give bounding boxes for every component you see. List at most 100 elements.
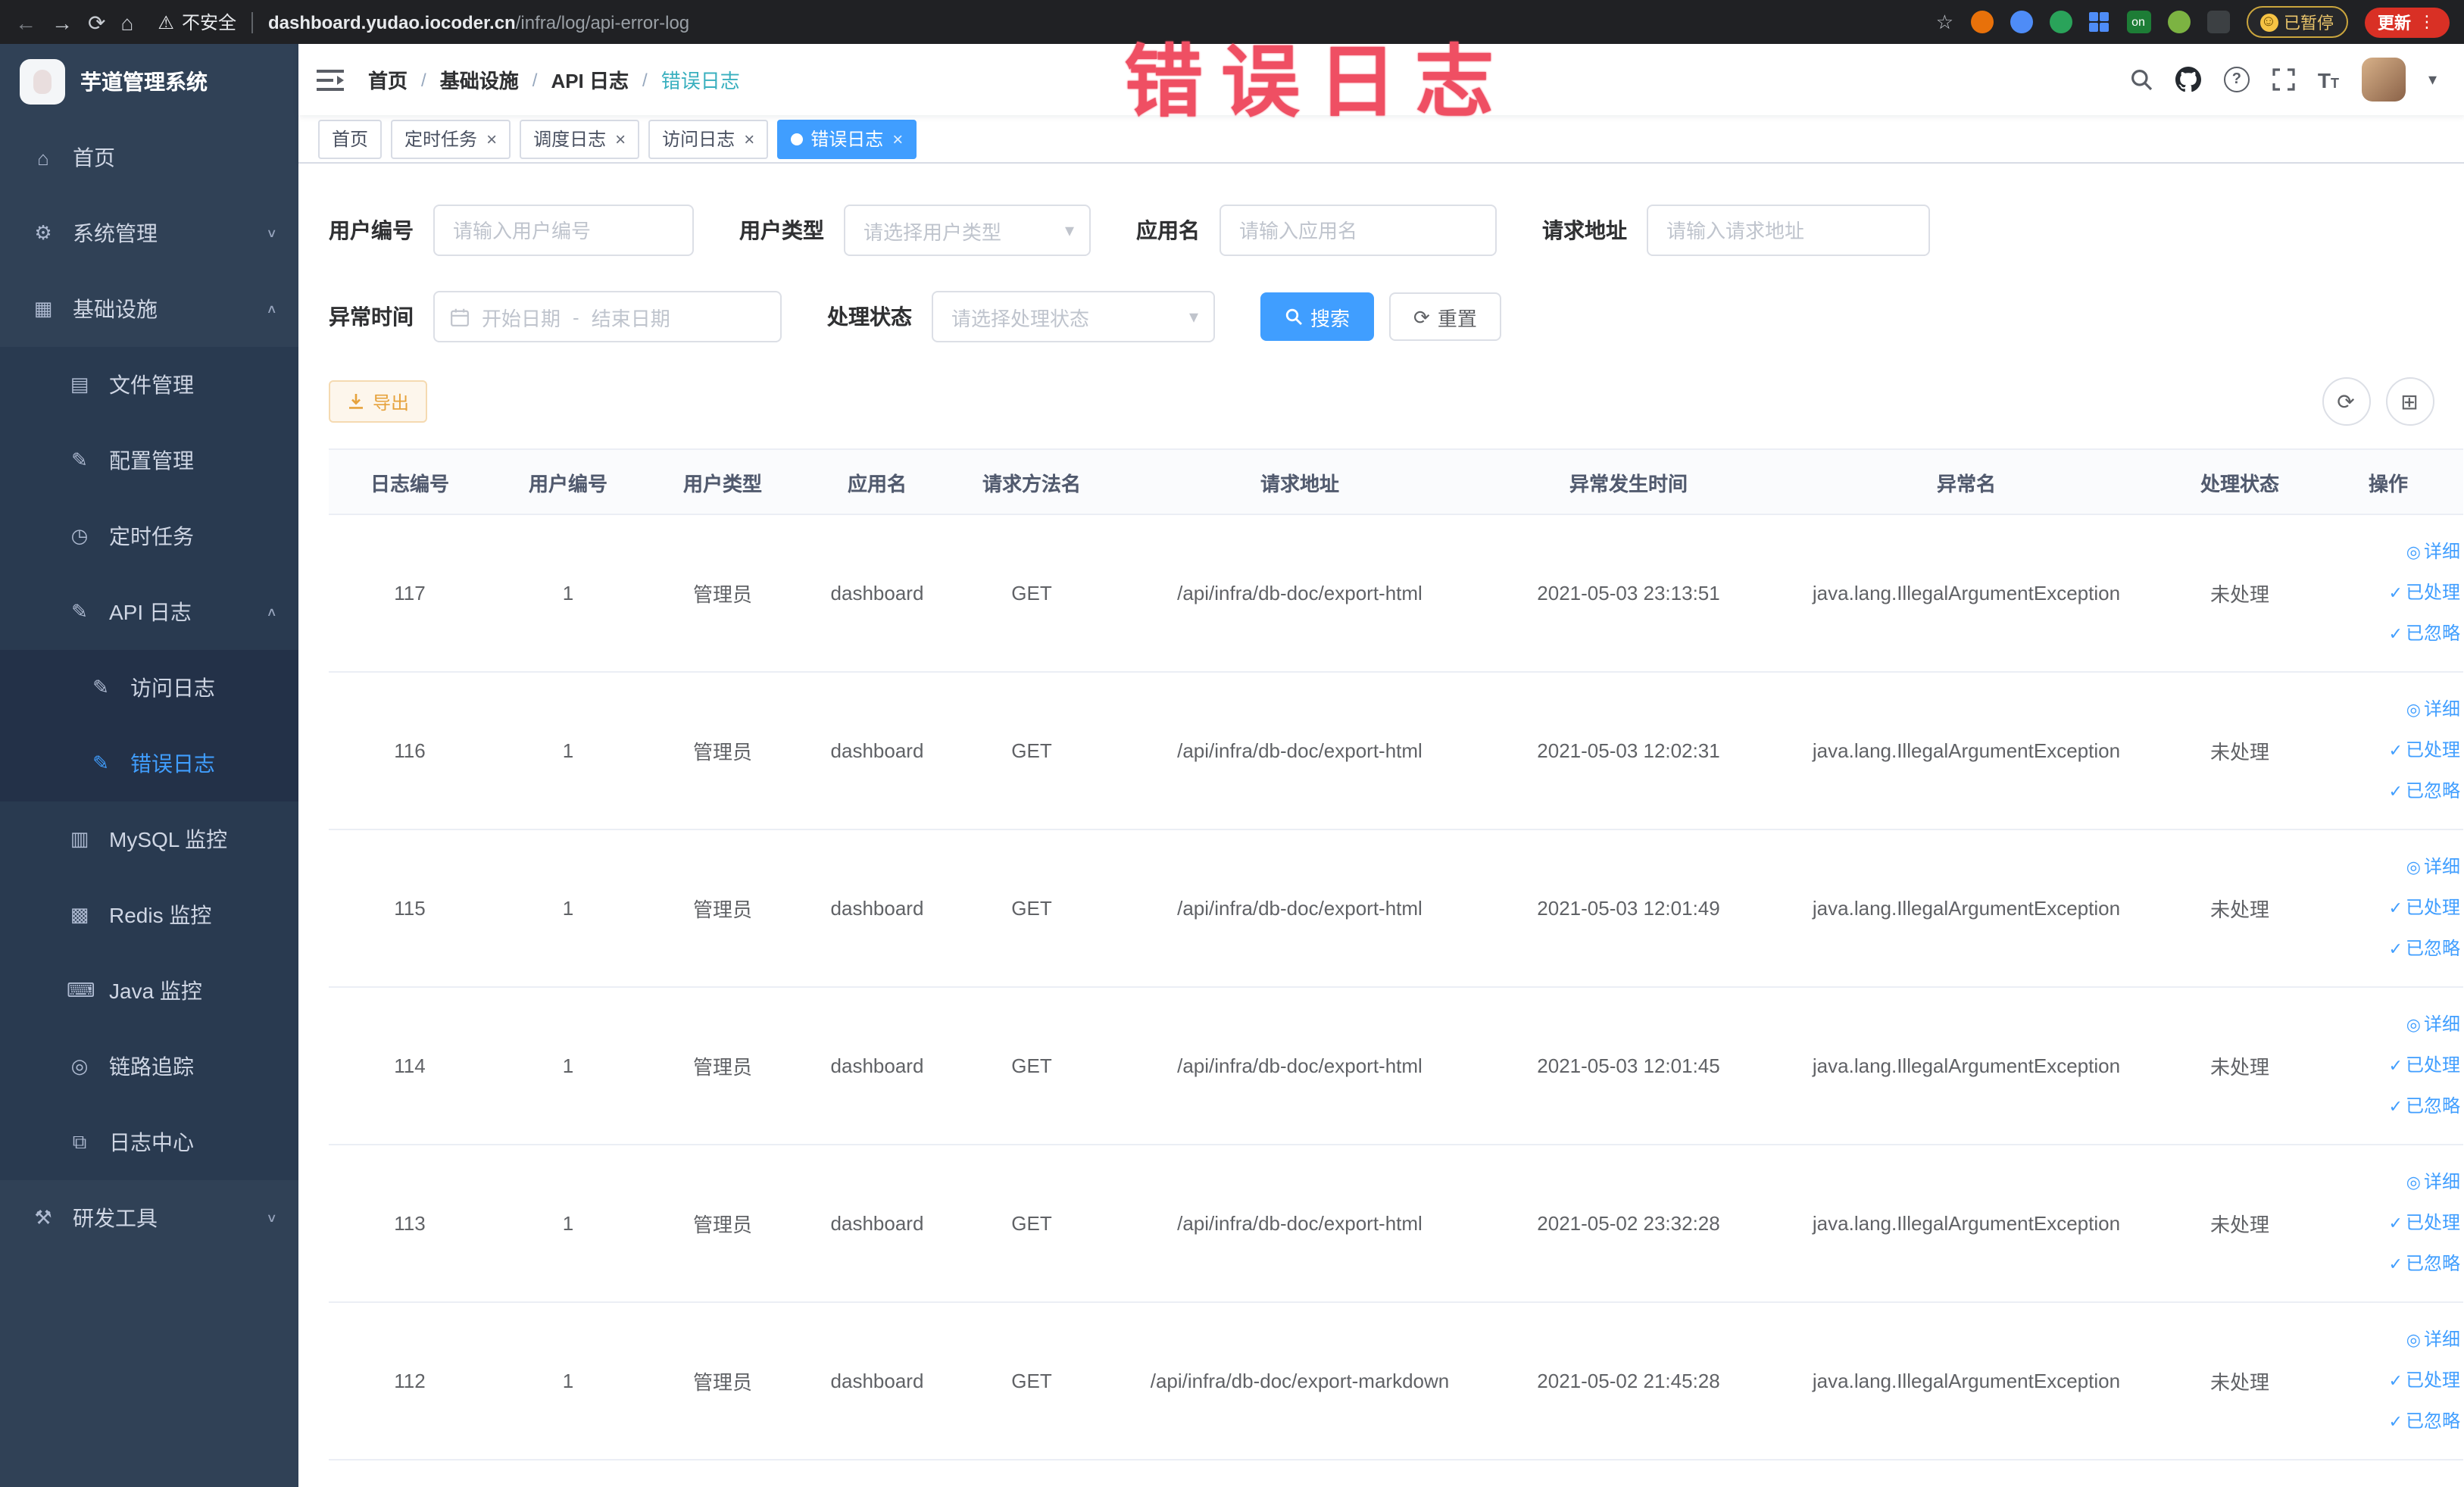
tab-label: 错误日志 xyxy=(810,129,884,150)
sidebar-item-label: 错误日志 xyxy=(130,751,215,776)
processed-link[interactable]: ✓ 已处理 xyxy=(2315,573,2460,614)
detail-link[interactable]: ◎ 详细 xyxy=(2315,1004,2460,1045)
refresh-table-button[interactable]: ⟳ xyxy=(2322,377,2370,426)
update-button[interactable]: 更新 ⋮ xyxy=(2364,7,2449,37)
sidebar-item-label: 配置管理 xyxy=(109,448,194,473)
detail-link[interactable]: ◎ 详细 xyxy=(2315,689,2460,730)
close-icon[interactable]: × xyxy=(744,130,754,148)
user-avatar[interactable] xyxy=(2361,58,2406,102)
detail-link[interactable]: ◎ 详细 xyxy=(2315,1162,2460,1203)
cell-exception: java.lang.IllegalArgumentException xyxy=(1766,672,2166,830)
back-icon[interactable]: ← xyxy=(15,11,36,33)
cell-method: GET xyxy=(954,1302,1109,1460)
sidebar-item-home[interactable]: ⌂ 首页 xyxy=(0,120,298,195)
browser-menu-icon[interactable]: ⋮ xyxy=(2419,12,2435,32)
ignored-link[interactable]: ✓ 已忽略 xyxy=(2315,1244,2460,1285)
detail-link[interactable]: ◎ 详细 xyxy=(2315,847,2460,888)
detail-link[interactable]: ◎ 详细 xyxy=(2315,532,2460,573)
processed-link[interactable]: ✓ 已处理 xyxy=(2315,1203,2460,1244)
paused-extension-button[interactable]: ☺ 已暂停 xyxy=(2246,6,2347,38)
ignored-link[interactable]: ✓ 已忽略 xyxy=(2315,614,2460,654)
processed-link[interactable]: ✓ 已处理 xyxy=(2315,1360,2460,1401)
sidebar-item-infra[interactable]: ▦ 基础设施 ∧ xyxy=(0,271,298,347)
font-size-icon[interactable]: TT xyxy=(2318,67,2339,92)
breadcrumb-item[interactable]: API 日志 xyxy=(551,65,629,94)
app-name-input[interactable] xyxy=(1220,205,1497,256)
ignored-link[interactable]: ✓ 已忽略 xyxy=(2315,1401,2460,1442)
request-url-input[interactable] xyxy=(1647,205,1930,256)
cell-id: 114 xyxy=(329,987,491,1145)
sidebar-item-file[interactable]: ▤ 文件管理 xyxy=(0,347,298,423)
sidebar-item-trace[interactable]: ◎ 链路追踪 xyxy=(0,1029,298,1104)
export-button[interactable]: 导出 xyxy=(329,380,428,423)
reload-icon[interactable]: ⟳ xyxy=(88,11,105,33)
breadcrumb-item: 错误日志 xyxy=(661,70,740,92)
extension-icon-orange[interactable] xyxy=(1970,11,1993,33)
sidebar-item-mysql[interactable]: ▥ MySQL 监控 xyxy=(0,801,298,877)
sidebar-item-label: 文件管理 xyxy=(109,373,194,397)
check-icon: ✓ xyxy=(2388,742,2403,761)
sidebar-item-dev-tools[interactable]: ⚒ 研发工具 ∨ xyxy=(0,1180,298,1256)
extension-icon-grid[interactable] xyxy=(2088,11,2110,33)
sidebar-item-label: 日志中心 xyxy=(109,1130,194,1154)
tab-access-log[interactable]: 访问日志 × xyxy=(648,119,769,158)
user-id-input[interactable] xyxy=(433,205,694,256)
extension-icon-leaf[interactable] xyxy=(2167,11,2190,33)
processed-link[interactable]: ✓ 已处理 xyxy=(2315,888,2460,929)
exception-time-range-picker[interactable]: 开始日期 - 结束日期 xyxy=(433,291,782,342)
sidebar-item-java[interactable]: ⌨ Java 监控 xyxy=(0,953,298,1029)
detail-link[interactable]: ◎ 详细 xyxy=(2315,1320,2460,1360)
tab-error-log[interactable]: 错误日志 × xyxy=(777,119,917,158)
check-icon: ✓ xyxy=(2388,626,2403,644)
tab-job-log[interactable]: 调度日志 × xyxy=(520,119,640,158)
collapse-menu-icon[interactable] xyxy=(317,67,344,92)
extension-icon-paw[interactable] xyxy=(2206,11,2229,33)
sidebar-item-api-log[interactable]: ✎ API 日志 ∧ xyxy=(0,574,298,650)
tab-job[interactable]: 定时任务 × xyxy=(391,119,511,158)
user-type-select[interactable]: 请选择用户类型 ▾ xyxy=(844,205,1091,256)
fullscreen-icon[interactable] xyxy=(2272,68,2295,91)
close-icon[interactable]: × xyxy=(615,130,626,148)
check-icon: ✓ xyxy=(2388,1098,2403,1117)
extension-icon-green[interactable] xyxy=(2049,11,2072,33)
forward-icon[interactable]: → xyxy=(52,11,73,33)
sidebar-item-redis[interactable]: ▩ Redis 监控 xyxy=(0,877,298,953)
bookmark-star-icon[interactable]: ☆ xyxy=(1936,10,1953,34)
browser-home-icon[interactable]: ⌂ xyxy=(120,11,133,33)
address-bar[interactable]: dashboard.yudao.iocoder.cn /infra/log/ap… xyxy=(268,11,689,33)
cell-exception: java.lang.IllegalArgumentException xyxy=(1766,1302,2166,1460)
process-status-select[interactable]: 请选择处理状态 ▾ xyxy=(932,291,1215,342)
tab-home[interactable]: 首页 xyxy=(318,119,383,158)
cell-actions: ◎ 详细 ✓ 已处理 ✓ 已忽略 xyxy=(2313,514,2463,673)
extension-icon-blue[interactable] xyxy=(2010,11,2032,33)
reset-button[interactable]: ⟳ 重置 xyxy=(1389,292,1501,341)
ignored-link[interactable]: ✓ 已忽略 xyxy=(2315,771,2460,812)
close-icon[interactable]: × xyxy=(892,130,903,148)
ignored-link[interactable]: ✓ 已忽略 xyxy=(2315,929,2460,970)
sidebar-item-log-center[interactable]: ⧉ 日志中心 xyxy=(0,1104,298,1180)
processed-link[interactable]: ✓ 已处理 xyxy=(2315,730,2460,771)
request-url-label: 请求地址 xyxy=(1542,218,1627,242)
sidebar-item-system[interactable]: ⚙ 系统管理 ∨ xyxy=(0,195,298,271)
cell-id: 112 xyxy=(329,1302,491,1460)
logo[interactable]: 芋道管理系统 xyxy=(0,44,298,120)
processed-link[interactable]: ✓ 已处理 xyxy=(2315,1045,2460,1086)
extension-icon-on-badge[interactable]: on xyxy=(2126,11,2150,33)
ignored-link[interactable]: ✓ 已忽略 xyxy=(2315,1086,2460,1127)
help-icon[interactable]: ? xyxy=(2223,67,2250,92)
search-icon[interactable] xyxy=(2130,68,2153,91)
sidebar-item-job[interactable]: ◷ 定时任务 xyxy=(0,498,298,574)
breadcrumb-item[interactable]: 基础设施 xyxy=(440,65,519,94)
sidebar-item-config[interactable]: ✎ 配置管理 xyxy=(0,423,298,498)
sidebar-item-error-log[interactable]: ✎ 错误日志 xyxy=(0,726,298,801)
chevron-down-icon[interactable]: ▾ xyxy=(2428,70,2437,89)
sidebar-item-access-log[interactable]: ✎ 访问日志 xyxy=(0,650,298,726)
column-settings-button[interactable]: ⊞ xyxy=(2385,377,2434,426)
check-icon: ✓ xyxy=(2388,900,2403,918)
close-icon[interactable]: × xyxy=(486,130,497,148)
column-header: 请求方法名 xyxy=(954,448,1109,515)
breadcrumb-item[interactable]: 首页 xyxy=(368,65,408,94)
github-icon[interactable] xyxy=(2175,67,2201,92)
search-button[interactable]: 搜索 xyxy=(1260,292,1375,341)
site-security-chip[interactable]: ⚠ 不安全 xyxy=(158,9,236,35)
